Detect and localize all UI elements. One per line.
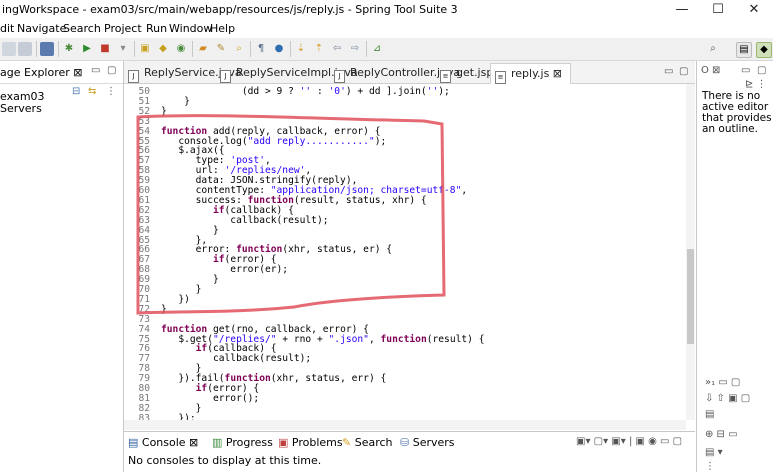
search-icon: ✎ (342, 436, 355, 449)
prev-annotation-icon[interactable]: ⇡ (312, 42, 326, 56)
outline-maximize-icon[interactable]: ▢ (757, 65, 766, 76)
maximize-button[interactable]: ☐ (700, 0, 736, 20)
show-whitespace-icon[interactable]: ¶ (254, 42, 268, 56)
new-icon[interactable] (2, 42, 16, 56)
menu-window[interactable]: Window (169, 22, 212, 35)
open-perspective-icon[interactable]: ▤ (736, 42, 752, 58)
window-title: ingWorkspace - exam03/src/main/webapp/re… (2, 3, 458, 16)
outline-panel: O ⊠ ▭ ▢ ⊵ ⋮ There is no active editor th… (696, 61, 773, 472)
side-dock-menu-icon[interactable]: ▤ ▾ (705, 447, 723, 458)
title-bar: ingWorkspace - exam03/src/main/webapp/re… (0, 0, 773, 20)
toggle-mark-icon[interactable]: ● (272, 42, 286, 56)
tab-label: Progress (225, 436, 273, 449)
tab-progress[interactable]: ▥ Progress (212, 436, 273, 449)
print-icon[interactable] (40, 42, 54, 56)
collapse-all-icon[interactable]: ⊟ (72, 86, 80, 97)
outline-tab-icon[interactable]: O ⊠ (701, 65, 720, 76)
tab-console[interactable]: ▤ Console ⊠ (128, 436, 198, 449)
open-folder-icon[interactable]: ▰ (196, 42, 210, 56)
menu-help[interactable]: Help (210, 22, 235, 35)
red-annotation-box (136, 114, 446, 315)
external-tools-icon[interactable]: ▾ (116, 42, 130, 56)
stop-icon[interactable]: ■ (98, 42, 112, 56)
menu-search[interactable]: Search (63, 22, 101, 35)
forward-icon[interactable]: ⇨ (348, 42, 362, 56)
search-tool-icon[interactable]: ⌕ (232, 42, 246, 56)
tab-label: Problems (291, 436, 343, 449)
debug-icon[interactable]: ✱ (62, 42, 76, 56)
console-message: No consoles to display at this time. (128, 454, 322, 467)
menu-project[interactable]: Project (104, 22, 142, 35)
servers-icon: ⛁ (400, 436, 413, 449)
new-package-icon[interactable]: ▣ (138, 42, 152, 56)
package-explorer-title[interactable]: age Explorer ⊠ (0, 66, 83, 79)
minimize-view-icon[interactable]: ▭ (91, 65, 100, 76)
menu-run[interactable]: Run (146, 22, 167, 35)
open-type-icon[interactable]: ◉ (174, 42, 188, 56)
side-dock-icon[interactable]: ⊕ ⊟ ▭ (705, 429, 738, 440)
menu-bar: dit Navigate Search Project Run Window H… (0, 20, 773, 38)
package-explorer-header: age Explorer ⊠ ▭ ▢ (0, 61, 123, 84)
progress-icon: ▥ (212, 436, 226, 449)
outline-message: There is no active editor that provides … (702, 90, 772, 135)
menu-navigate[interactable]: Navigate (17, 22, 66, 35)
tab-label: Servers (412, 436, 455, 449)
menu-edit[interactable]: dit (0, 22, 14, 35)
close-button[interactable]: ✕ (736, 0, 772, 20)
pin-editor-icon[interactable]: ⊿ (370, 42, 384, 56)
tab-label: Console ⊠ (141, 436, 199, 449)
panel-link-icon[interactable]: ▤ (705, 409, 714, 420)
tab-search[interactable]: ✎ Search (342, 436, 393, 449)
tab-problems[interactable]: ▣ Problems (278, 436, 343, 449)
quick-access-search-icon[interactable]: ⌕ (706, 42, 720, 56)
back-icon[interactable]: ⇦ (330, 42, 344, 56)
side-dock-more-icon[interactable]: ⋮ (705, 461, 715, 472)
view-menu-icon[interactable]: ⋮ (106, 86, 116, 97)
save-icon[interactable] (18, 42, 32, 56)
main-toolbar: ✱ ▶ ■ ▾ ▣ ◆ ◉ ▰ ✎ ⌕ ¶ ● ⇣ ⇡ ⇦ ⇨ ⊿ ⌕ ▤ ◆ (0, 38, 773, 61)
outline-menu-icon[interactable]: ⊵ ⋮ (745, 79, 767, 90)
edit-icon[interactable]: ✎ (214, 42, 228, 56)
tab-servers[interactable]: ⛁ Servers (400, 436, 455, 449)
package-explorer: age Explorer ⊠ ▭ ▢ ⊟ ⇆ ⋮ exam03 Servers (0, 61, 124, 472)
problems-icon: ▣ (278, 436, 292, 449)
minimize-button[interactable]: — (664, 0, 700, 20)
console-panel: ▤ Console ⊠ ▥ Progress ▣ Problems ✎ Sear… (124, 431, 695, 473)
panel-toggle-icon[interactable]: »₁ ▭ ▢ (705, 377, 740, 388)
console-toolbar-icon[interactable]: ▣▾ ▢▾ ▣▾ | ▣ ◉ ▭ ▢ (576, 436, 682, 447)
outline-minimize-icon[interactable]: ▭ (741, 65, 750, 76)
new-class-icon[interactable]: ◆ (156, 42, 170, 56)
next-annotation-icon[interactable]: ⇣ (294, 42, 308, 56)
tab-label: Search (354, 436, 393, 449)
tree-item-servers[interactable]: Servers (0, 102, 42, 115)
spring-perspective-icon[interactable]: ◆ (756, 42, 772, 58)
maximize-view-icon[interactable]: ▢ (107, 65, 116, 76)
console-icon: ▤ (128, 436, 142, 449)
run-icon[interactable]: ▶ (80, 42, 94, 56)
code-editor: J ReplyService.java J ReplyServiceImpl.jav… (124, 61, 695, 430)
panel-tools-icon[interactable]: ⇩ ⇧ ▣ ▢ (705, 393, 750, 404)
link-editor-icon[interactable]: ⇆ (88, 86, 96, 97)
